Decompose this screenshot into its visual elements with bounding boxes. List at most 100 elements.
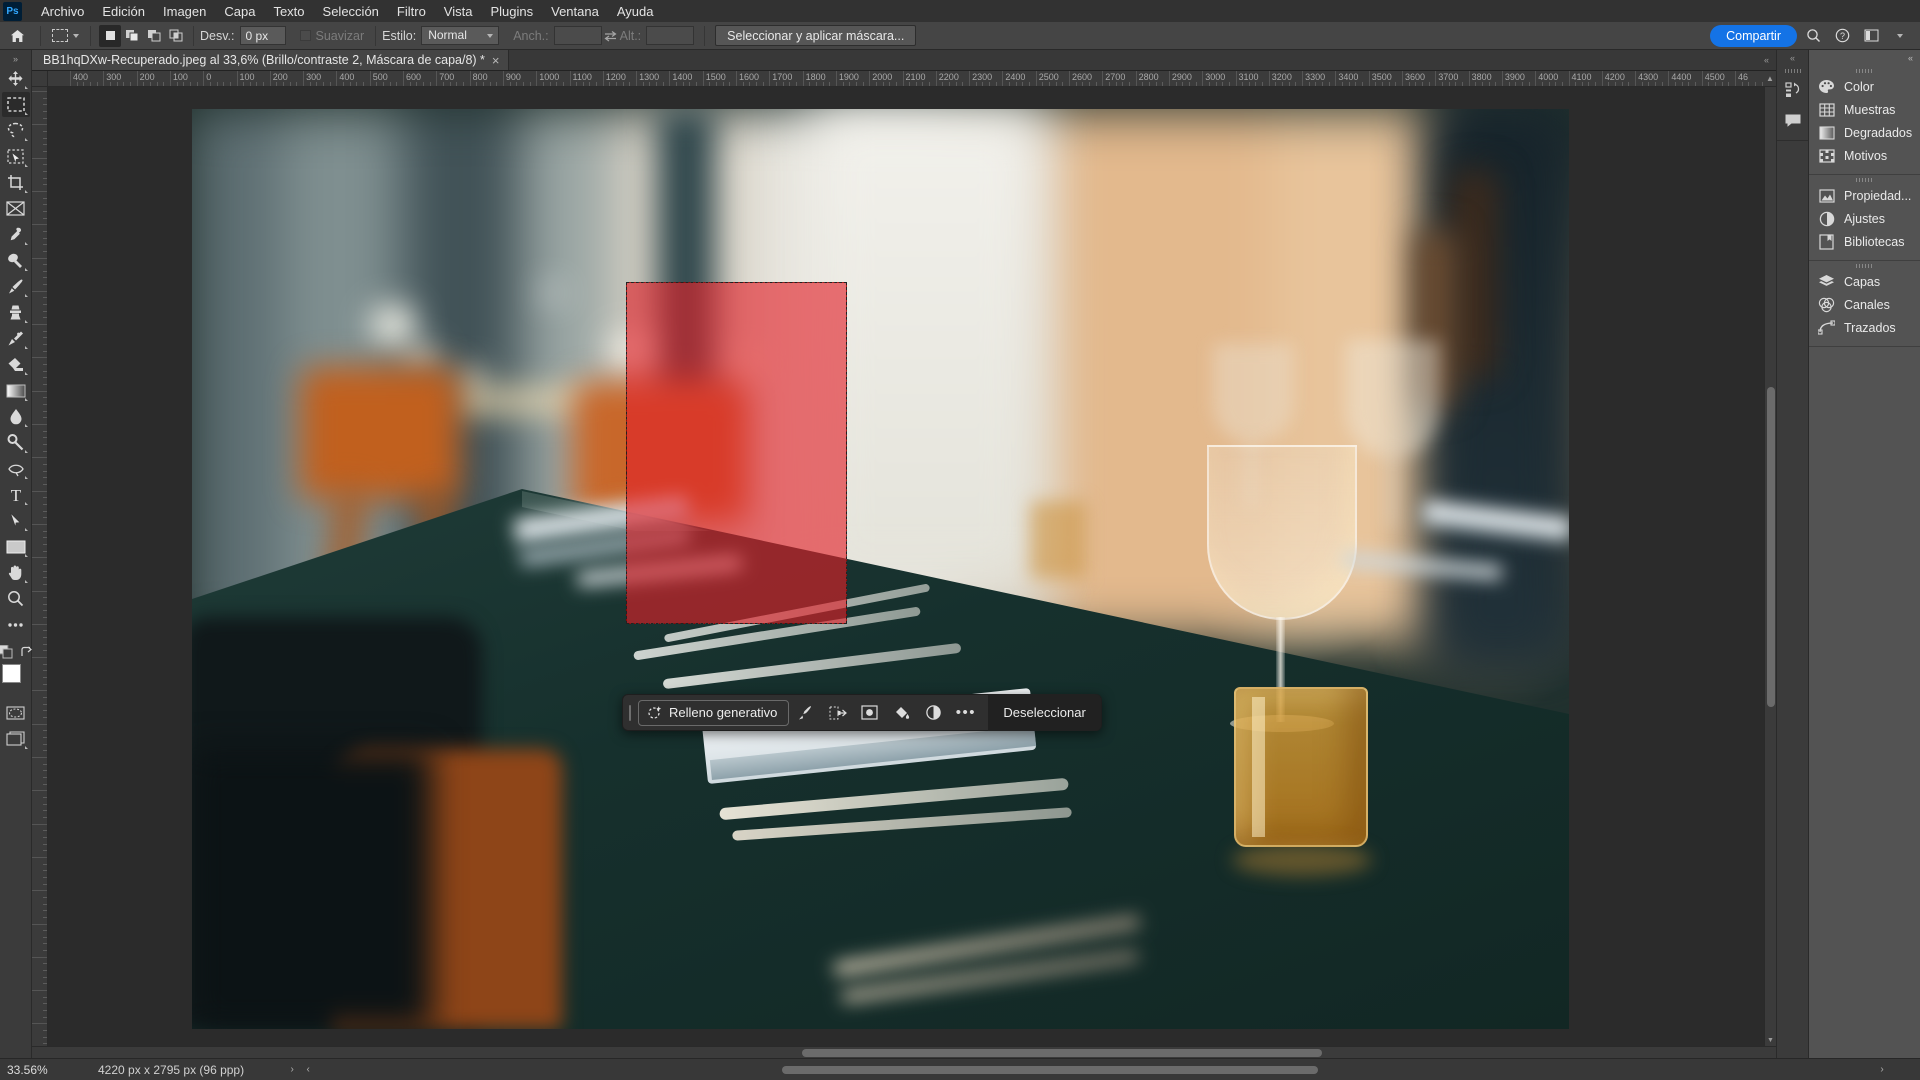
fill-selection-icon[interactable] bbox=[886, 699, 917, 727]
panel-tab-trazados[interactable]: Trazados bbox=[1809, 316, 1920, 339]
document-tab[interactable]: BB1hqDXw-Recuperado.jpeg al 33,6% (Brill… bbox=[32, 50, 509, 70]
vertical-ruler[interactable] bbox=[32, 87, 48, 1046]
feather-input[interactable] bbox=[239, 26, 286, 45]
spot-healing-brush-tool[interactable] bbox=[2, 248, 30, 273]
contextual-task-bar[interactable]: Relleno generativo ••• Deseleccionar bbox=[622, 694, 1102, 731]
lasso-tool[interactable] bbox=[2, 118, 30, 143]
menu-edicion[interactable]: Edición bbox=[93, 1, 154, 22]
active-selection[interactable] bbox=[626, 282, 847, 624]
frame-tool[interactable] bbox=[2, 196, 30, 221]
home-icon[interactable] bbox=[0, 23, 34, 49]
default-colors-icon[interactable] bbox=[0, 643, 15, 660]
blur-tool[interactable] bbox=[2, 404, 30, 429]
height-input[interactable] bbox=[646, 26, 695, 45]
horizontal-scroll-thumb[interactable] bbox=[802, 1049, 1322, 1057]
share-button[interactable]: Compartir bbox=[1710, 24, 1797, 47]
menu-imagen[interactable]: Imagen bbox=[154, 1, 215, 22]
antialias-checkbox[interactable]: Suavizar bbox=[299, 29, 370, 43]
comments-icon[interactable] bbox=[1778, 105, 1808, 135]
panel-tab-ajustes[interactable]: Ajustes bbox=[1809, 207, 1920, 230]
horizontal-ruler[interactable]: 400 300 200 100 0 100 200 300 400 500 600 700 800 900… bbox=[48, 71, 1764, 87]
help-icon[interactable]: ? bbox=[1829, 24, 1855, 48]
menu-seleccion[interactable]: Selección bbox=[314, 1, 388, 22]
panel-tab-capas[interactable]: Capas bbox=[1809, 270, 1920, 293]
menu-vista[interactable]: Vista bbox=[435, 1, 482, 22]
canvas-horizontal-scrollbar[interactable] bbox=[32, 1046, 1776, 1058]
menu-ayuda[interactable]: Ayuda bbox=[608, 1, 663, 22]
zoom-level[interactable]: 33.56% bbox=[0, 1063, 80, 1077]
rectangular-marquee-tool[interactable] bbox=[1, 92, 30, 117]
history-brush-tool[interactable] bbox=[2, 326, 30, 351]
status-scroll-thumb[interactable] bbox=[782, 1066, 1318, 1074]
panel-group-grip[interactable] bbox=[1809, 175, 1920, 184]
type-tool[interactable]: T bbox=[2, 482, 30, 507]
menu-ventana[interactable]: Ventana bbox=[542, 1, 608, 22]
style-select[interactable]: Normal bbox=[421, 26, 500, 45]
ruler-corner[interactable] bbox=[32, 71, 48, 87]
new-selection-button[interactable] bbox=[99, 24, 121, 47]
close-icon[interactable]: × bbox=[492, 54, 500, 67]
object-selection-tool[interactable] bbox=[2, 144, 30, 169]
drag-handle[interactable] bbox=[626, 704, 634, 722]
workspace-icon[interactable] bbox=[1858, 24, 1884, 48]
canvas-scroll-down-icon[interactable]: ▼ bbox=[1765, 1034, 1777, 1046]
mask-selection-icon[interactable] bbox=[854, 699, 885, 727]
eyedropper-tool[interactable] bbox=[2, 222, 30, 247]
move-tool[interactable] bbox=[2, 66, 30, 91]
canvas[interactable]: Relleno generativo ••• Deseleccionar bbox=[48, 87, 1764, 1046]
generative-fill-button[interactable]: Relleno generativo bbox=[638, 699, 790, 726]
vertical-scroll-thumb[interactable] bbox=[1767, 387, 1775, 707]
path-selection-tool[interactable] bbox=[2, 508, 30, 533]
eraser-tool[interactable] bbox=[2, 352, 30, 377]
pen-tool[interactable] bbox=[2, 456, 30, 481]
document-dimensions[interactable]: 4220 px x 2795 px (96 ppp) bbox=[80, 1063, 244, 1077]
panel-group-grip[interactable] bbox=[1809, 66, 1920, 75]
zoom-tool[interactable] bbox=[2, 586, 30, 611]
menu-filtro[interactable]: Filtro bbox=[388, 1, 435, 22]
swap-width-height-icon[interactable] bbox=[602, 27, 620, 45]
history-icon[interactable] bbox=[1778, 75, 1808, 105]
width-input[interactable] bbox=[553, 26, 602, 45]
panel-tab-canales[interactable]: Canales bbox=[1809, 293, 1920, 316]
status-scroll-right-icon[interactable]: › bbox=[1874, 1060, 1890, 1080]
panel-tab-propiedades[interactable]: Propiedad... bbox=[1809, 184, 1920, 207]
intersect-with-selection-button[interactable] bbox=[165, 25, 187, 47]
rail-grip[interactable] bbox=[1784, 66, 1801, 75]
panel-group-grip[interactable] bbox=[1809, 261, 1920, 270]
menu-plugins[interactable]: Plugins bbox=[481, 1, 542, 22]
adjustment-layer-icon[interactable] bbox=[918, 699, 949, 727]
transform-selection-icon[interactable] bbox=[822, 699, 853, 727]
crop-tool[interactable] bbox=[2, 170, 30, 195]
add-to-selection-button[interactable] bbox=[121, 25, 143, 47]
rail-collapse-icon[interactable]: « bbox=[1777, 50, 1809, 66]
panel-tab-color[interactable]: Color bbox=[1809, 75, 1920, 98]
tabstrip-collapse-icon[interactable]: « bbox=[1757, 50, 1776, 70]
brush-tool[interactable] bbox=[2, 274, 30, 299]
color-swatches[interactable] bbox=[1, 664, 30, 694]
panel-tab-bibliotecas[interactable]: Bibliotecas bbox=[1809, 230, 1920, 253]
tool-preset-picker[interactable] bbox=[47, 24, 84, 48]
panel-tab-muestras[interactable]: Muestras bbox=[1809, 98, 1920, 121]
status-prev-icon[interactable]: ‹ bbox=[300, 1060, 316, 1080]
subtract-from-selection-button[interactable] bbox=[143, 25, 165, 47]
clone-stamp-tool[interactable] bbox=[2, 300, 30, 325]
select-subject-icon[interactable] bbox=[790, 699, 821, 727]
foreground-color-swatch[interactable] bbox=[1, 664, 21, 683]
screen-mode-icon[interactable] bbox=[2, 726, 30, 751]
canvas-vertical-scrollbar[interactable]: ▼ bbox=[1764, 87, 1776, 1046]
menu-texto[interactable]: Texto bbox=[264, 1, 313, 22]
menu-archivo[interactable]: Archivo bbox=[32, 1, 93, 22]
select-and-mask-button[interactable]: Seleccionar y aplicar máscara... bbox=[715, 25, 917, 46]
gradient-tool[interactable] bbox=[2, 378, 30, 403]
hand-tool[interactable] bbox=[2, 560, 30, 585]
search-icon[interactable] bbox=[1800, 24, 1826, 48]
rectangle-tool[interactable] bbox=[2, 534, 30, 559]
deselect-button[interactable]: Deseleccionar bbox=[988, 694, 1101, 731]
more-options-icon[interactable]: ••• bbox=[950, 699, 981, 727]
dock-collapse-icon[interactable]: « bbox=[1809, 50, 1920, 66]
quick-mask-icon[interactable] bbox=[2, 700, 30, 725]
panel-tab-motivos[interactable]: Motivos bbox=[1809, 144, 1920, 167]
canvas-scroll-up-icon[interactable]: ▲ bbox=[1764, 71, 1776, 87]
chevron-down-icon[interactable] bbox=[1887, 24, 1913, 48]
panel-tab-degradados[interactable]: Degradados bbox=[1809, 121, 1920, 144]
